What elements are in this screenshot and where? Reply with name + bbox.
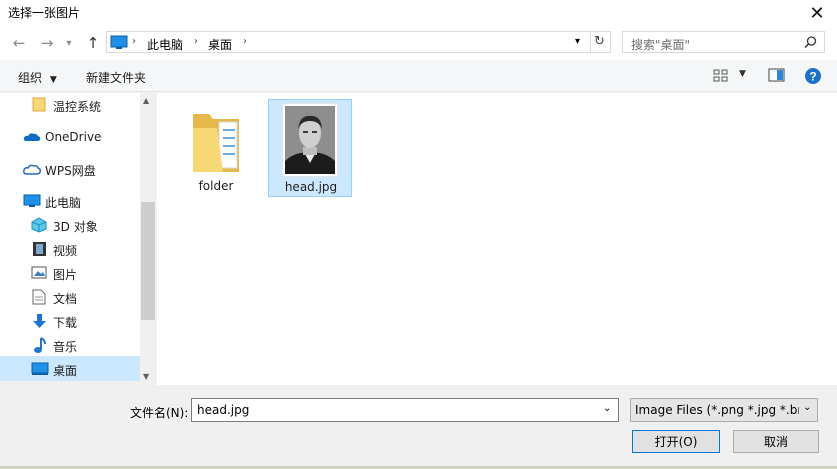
chevron-down-icon[interactable]: ▾ — [575, 36, 580, 47]
nav-item-label: 桌面 — [53, 364, 78, 378]
divider — [590, 32, 591, 52]
recent-locations-button[interactable]: ▾ — [58, 32, 80, 54]
filename-field[interactable]: head.jpg ⌄ — [191, 398, 619, 422]
scroll-up-icon[interactable]: ▲ — [143, 96, 149, 105]
search-box[interactable]: 搜索"桌面" — [622, 31, 825, 53]
svg-text:?: ? — [809, 70, 816, 84]
wps-cloud-icon — [23, 164, 41, 175]
desktop-icon — [31, 362, 49, 375]
nav-item-label: 3D 对象 — [53, 220, 98, 234]
navigation-pane: 温控系统 OneDrive WPS网盘 此电脑 3D 对象 视频 图片 文档 下… — [0, 93, 140, 381]
nav-item-label: 此电脑 — [45, 196, 82, 210]
file-item-folder[interactable]: folder — [174, 100, 258, 198]
nav-item-downloads[interactable]: 下载 — [0, 309, 140, 333]
open-button[interactable]: 打开(O) — [632, 430, 720, 453]
nav-item-documents[interactable]: 文档 — [0, 285, 140, 309]
breadcrumb-separator-icon: › — [243, 36, 247, 47]
chevron-down-icon: ⌄ — [803, 402, 812, 413]
nav-item-desktop[interactable]: 桌面 — [0, 356, 140, 381]
close-button[interactable]: ✕ — [798, 0, 836, 26]
preview-pane-icon[interactable] — [768, 68, 786, 83]
pictures-icon — [31, 266, 47, 279]
organize-label: 组织 — [18, 71, 43, 85]
nav-item-label: WPS网盘 — [45, 164, 96, 178]
file-type-value: Image Files (*.png *.jpg *.bmp) — [635, 403, 799, 417]
image-thumbnail-icon — [282, 103, 338, 177]
nav-item-label: 视频 — [53, 244, 78, 258]
file-item-head-jpg[interactable]: head.jpg — [268, 99, 352, 197]
filename-label: 文件名(N): — [130, 406, 189, 420]
nav-item-wps-cloud[interactable]: WPS网盘 — [0, 157, 140, 181]
chevron-down-icon: ▾ — [66, 37, 72, 49]
arrow-up-icon: ↑ — [86, 34, 100, 52]
file-list: folder head.jpg — [157, 93, 837, 385]
address-bar[interactable]: › 此电脑 › 桌面 › ▾ ↻ — [106, 31, 611, 53]
title-bar — [0, 0, 837, 26]
refresh-icon[interactable]: ↻ — [594, 34, 605, 49]
folder-icon — [32, 97, 46, 112]
nav-item-3d-objects[interactable]: 3D 对象 — [0, 213, 140, 237]
filename-input[interactable]: head.jpg — [197, 403, 249, 417]
search-icon[interactable] — [804, 36, 817, 49]
nav-item-this-pc[interactable]: 此电脑 — [0, 189, 140, 213]
view-tiles-icon[interactable] — [713, 69, 729, 82]
nav-item-label: 温控系统 — [53, 100, 102, 114]
cancel-button[interactable]: 取消 — [733, 430, 819, 453]
onedrive-icon — [23, 133, 41, 141]
breadcrumb-separator-icon: › — [194, 36, 198, 47]
search-input[interactable]: 搜索"桌面" — [631, 36, 690, 53]
nav-item-label: 下载 — [53, 316, 78, 330]
video-icon — [33, 242, 46, 256]
nav-item-label: 音乐 — [53, 340, 78, 354]
this-pc-icon — [23, 194, 41, 207]
scroll-down-icon[interactable]: ▼ — [143, 372, 149, 381]
arrow-right-icon: → — [40, 34, 54, 52]
scrollbar-thumb[interactable] — [141, 202, 155, 320]
nav-item-videos[interactable]: 视频 — [0, 237, 140, 261]
file-type-select[interactable]: Image Files (*.png *.jpg *.bmp) ⌄ — [630, 398, 818, 422]
file-name: head.jpg — [284, 180, 338, 194]
nav-item-pictures[interactable]: 图片 — [0, 261, 140, 285]
3d-objects-icon — [31, 217, 47, 233]
chevron-down-icon[interactable]: ⌄ — [603, 403, 611, 414]
back-button[interactable]: ← — [8, 32, 30, 54]
nav-item-folder[interactable]: 温控系统 — [0, 93, 140, 117]
window-title: 选择一张图片 — [8, 6, 81, 20]
file-name: folder — [198, 179, 234, 193]
downloads-icon — [33, 314, 46, 328]
view-options-chevron-icon[interactable]: ▼ — [739, 69, 746, 79]
nav-item-label: 图片 — [53, 268, 78, 282]
breadcrumb-desktop[interactable]: 桌面 — [208, 36, 232, 53]
chevron-down-icon: ▼ — [49, 75, 57, 85]
breadcrumb-separator-icon: › — [132, 36, 136, 47]
organize-button[interactable]: 组织 ▼ — [18, 69, 57, 86]
music-icon — [34, 337, 46, 353]
folder-icon — [193, 114, 239, 172]
nav-item-music[interactable]: 音乐 — [0, 333, 140, 357]
arrow-left-icon: ← — [12, 34, 26, 52]
this-pc-icon — [110, 35, 128, 49]
close-icon: ✕ — [809, 2, 825, 24]
nav-item-label: 文档 — [53, 292, 78, 306]
forward-button[interactable]: → — [36, 32, 58, 54]
nav-item-onedrive[interactable]: OneDrive — [0, 125, 140, 149]
documents-icon — [32, 289, 46, 305]
help-icon[interactable]: ? — [804, 67, 822, 85]
up-button[interactable]: ↑ — [82, 32, 104, 54]
breadcrumb-this-pc[interactable]: 此电脑 — [147, 36, 183, 53]
nav-item-label: OneDrive — [45, 130, 102, 144]
new-folder-button[interactable]: 新建文件夹 — [86, 69, 146, 86]
